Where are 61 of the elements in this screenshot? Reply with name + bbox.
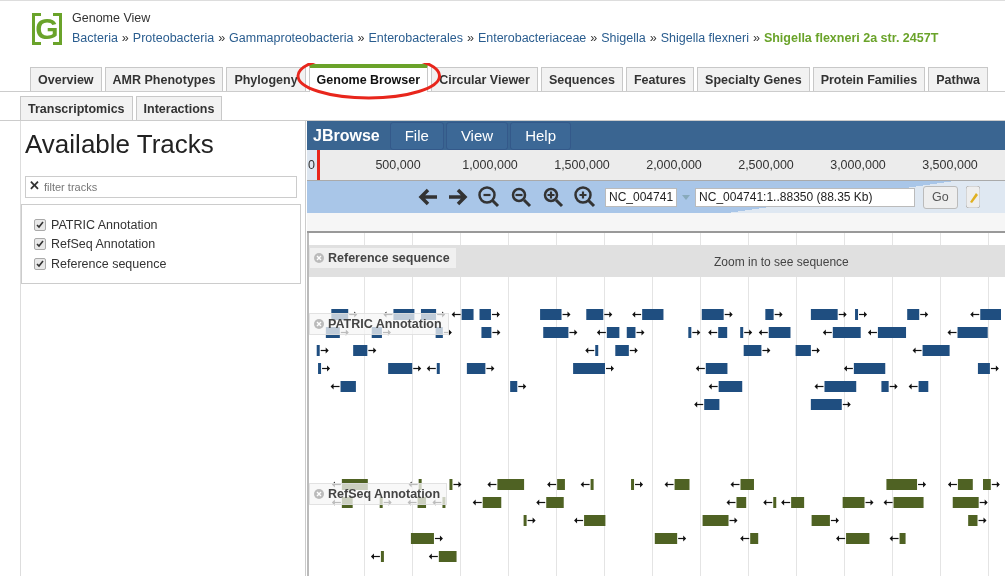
checkbox[interactable]: [34, 218, 46, 231]
checkbox[interactable]: [34, 238, 46, 251]
ruler-label: 2,000,000: [645, 158, 703, 172]
clear-icon[interactable]: ✕: [29, 179, 40, 193]
track-label: Reference sequence: [309, 247, 457, 269]
tab[interactable]: AMR Phenotypes: [104, 67, 224, 91]
location-field[interactable]: NC_004741:1..88350 (88.35 Kb): [695, 187, 916, 207]
breadcrumb-link[interactable]: Bacteria: [72, 31, 118, 45]
track-label: RefSeq Annotation: [51, 237, 156, 252]
breadcrumb-separator: »: [121, 31, 129, 45]
checkbox[interactable]: [34, 257, 46, 270]
breadcrumb-separator: »: [466, 31, 474, 45]
tab[interactable]: Specialty Genes: [697, 67, 810, 91]
ruler-label: 500,000: [374, 158, 422, 172]
app-title: JBrowse: [312, 126, 381, 145]
zoom-out-icon[interactable]: [477, 185, 501, 209]
panel-title: Available Tracks: [25, 129, 215, 160]
breadcrumb-separator: »: [649, 31, 657, 45]
track-label: RefSeq Annotation: [309, 483, 448, 505]
ruler-label: 3,000,000: [829, 158, 887, 172]
arrow-right-icon[interactable]: [447, 186, 469, 208]
sequence-select[interactable]: NC_004741: [605, 187, 678, 207]
menu-item[interactable]: File: [389, 121, 444, 150]
menu-item[interactable]: View: [445, 121, 509, 150]
tab[interactable]: Genome Browser: [308, 64, 429, 92]
view-marker[interactable]: 0: [307, 150, 320, 180]
arrow-left-icon[interactable]: [417, 186, 439, 208]
ruler-label: 1,000,000: [461, 158, 519, 172]
track-label: PATRIC Annotation: [51, 217, 158, 232]
breadcrumb-separator: »: [218, 31, 226, 45]
zoom-out-icon[interactable]: [509, 185, 533, 209]
tab[interactable]: Features: [625, 67, 695, 91]
tab[interactable]: Overview: [30, 67, 102, 91]
track-message: Zoom in to see sequence: [714, 255, 849, 269]
tab[interactable]: Interactions: [135, 96, 223, 120]
ruler-label: 1,500,000: [553, 158, 611, 172]
ruler-label: 3,500,000: [921, 158, 979, 172]
tab[interactable]: Circular Viewer: [431, 67, 538, 91]
track-label: Reference sequence: [51, 256, 167, 271]
menu-item[interactable]: Help: [510, 121, 571, 150]
zoom-in-icon[interactable]: [573, 185, 597, 209]
tab[interactable]: Pathwa: [928, 67, 988, 91]
ruler-label: 2,500,000: [737, 158, 795, 172]
go-button[interactable]: Go: [923, 185, 958, 209]
breadcrumb-separator: »: [357, 31, 365, 45]
tab[interactable]: Transcriptomics: [20, 96, 133, 120]
breadcrumb-current: Shigella flexneri 2a str. 2457T: [763, 31, 939, 45]
tab[interactable]: Protein Families: [812, 67, 926, 91]
breadcrumb-separator: »: [752, 31, 760, 45]
page-title: Genome View: [72, 11, 152, 25]
zoom-in-icon[interactable]: [541, 185, 565, 209]
breadcrumb-link[interactable]: Gammaproteobacteria: [229, 31, 354, 45]
breadcrumb-link[interactable]: Shigella flexneri: [660, 31, 749, 45]
tab[interactable]: Sequences: [540, 67, 623, 91]
track-label: PATRIC Annotation: [309, 313, 449, 335]
breadcrumb-link[interactable]: Enterobacterales: [368, 31, 463, 45]
breadcrumb-separator: »: [590, 31, 598, 45]
breadcrumb-link[interactable]: Enterobacteriaceae: [477, 31, 587, 45]
breadcrumb-link[interactable]: Proteobacteria: [132, 31, 215, 45]
breadcrumb-link[interactable]: Shigella: [601, 31, 646, 45]
tab[interactable]: Phylogeny: [226, 67, 306, 91]
